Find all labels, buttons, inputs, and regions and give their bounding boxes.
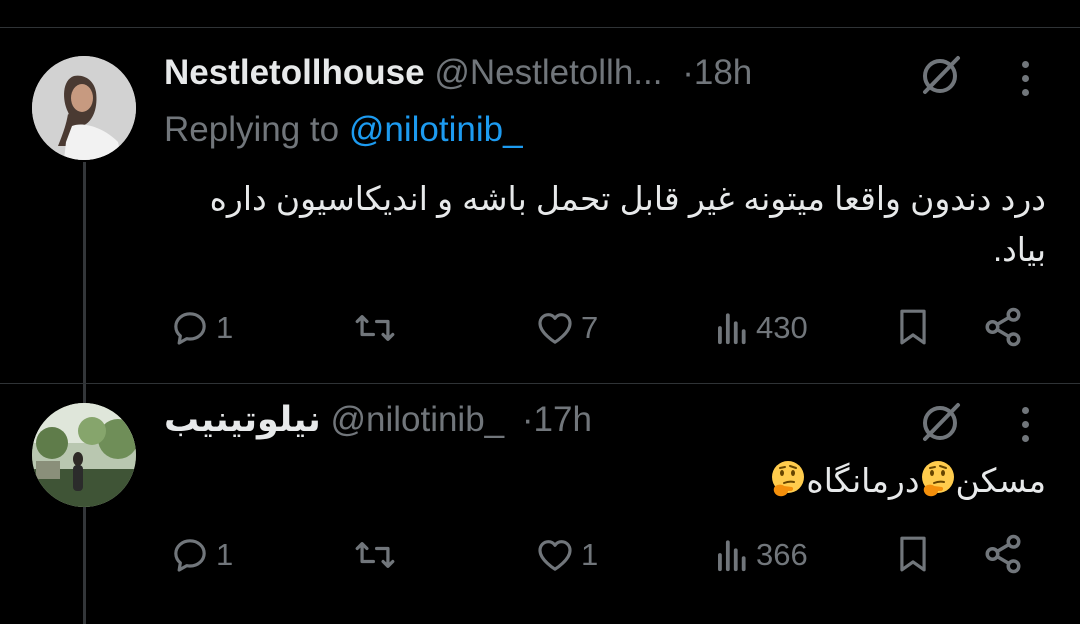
timestamp[interactable]: 17h [534,400,592,439]
thinking-face-emoji [772,461,805,497]
share-icon [985,307,1021,347]
reply-count: 1 [216,537,234,572]
share-icon [985,534,1021,574]
views-button[interactable]: 430 [712,308,808,348]
reply-button[interactable]: 1 [170,308,233,348]
thread-connector-line [83,162,86,624]
bookmark-button[interactable] [894,533,932,575]
tweet-2-header: نیلوتینیب @nilotinib_ ·17h [164,400,592,440]
retweet-icon [355,315,395,341]
grok-icon[interactable] [918,52,964,103]
like-count: 1 [581,537,599,572]
timestamp[interactable]: 18h [694,53,752,92]
bookmark-icon [900,309,926,345]
top-divider [0,27,1080,28]
separator-dot: · [682,53,694,92]
avatar-nilotinib[interactable] [32,403,136,507]
user-handle[interactable]: @nilotinib_ [330,400,504,439]
retweet-button[interactable] [354,308,396,348]
retweet-button[interactable] [354,535,396,575]
tweet-1-text: درد دندون واقعا میتونه غیر قابل تحمل باش… [209,180,1046,268]
replying-to: Replying to @nilotinib_ [164,108,523,152]
reply-count: 1 [216,310,234,345]
tweet-1-header: Nestletollhouse @Nestletollh... ·18h [164,53,752,93]
avatar-nestletollhouse[interactable] [32,56,136,160]
tweet-2-text-part1: مسکن [955,462,1046,499]
reply-button[interactable]: 1 [170,535,233,575]
views-count: 366 [756,537,808,572]
like-count: 7 [581,310,599,345]
share-button[interactable] [982,306,1024,348]
views-button[interactable]: 366 [712,535,808,575]
like-button[interactable]: 1 [535,535,598,575]
display-name[interactable]: Nestletollhouse [164,53,425,92]
grok-icon[interactable] [918,399,964,450]
views-icon [718,313,746,345]
separator-dot: · [521,400,534,439]
views-count: 430 [756,310,808,345]
more-icon[interactable] [1022,407,1030,449]
reply-icon [174,312,206,345]
share-button[interactable] [982,533,1024,575]
views-icon [718,540,746,572]
reply-icon [174,539,206,572]
heart-icon [538,313,572,344]
display-name[interactable]: نیلوتینیب [164,400,321,439]
more-icon[interactable] [1022,61,1030,103]
retweet-icon [355,542,395,568]
bookmark-icon [900,536,926,572]
thinking-face-emoji [921,461,954,497]
tweet-divider [0,383,1080,384]
user-handle[interactable]: @Nestletollh... [434,53,662,92]
bookmark-button[interactable] [894,306,932,348]
tweet-2-text: مسکن درمانگاه [166,455,1046,506]
like-button[interactable]: 7 [535,308,598,348]
tweet-2-text-part2: درمانگاه [806,462,920,499]
replying-to-label: Replying to [164,110,340,149]
mention-link[interactable]: @nilotinib_ [349,110,523,149]
heart-icon [538,540,572,571]
